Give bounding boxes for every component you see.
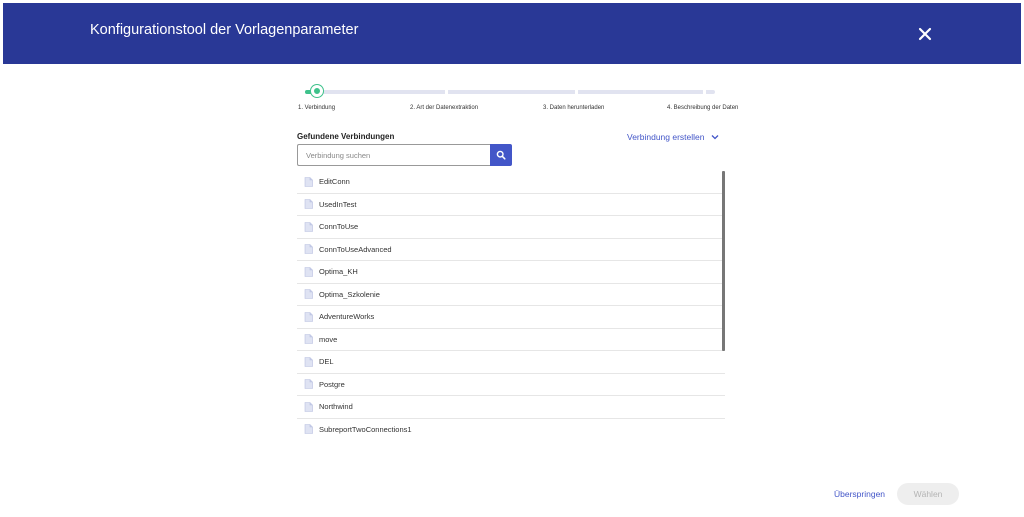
close-icon <box>918 27 932 41</box>
connection-name: AdventureWorks <box>319 312 375 322</box>
create-connection-label: Verbindung erstellen <box>627 132 705 142</box>
list-item[interactable]: Optima_Szkolenie <box>297 284 725 306</box>
connection-name: SubreportTwoConnections1 <box>319 424 412 434</box>
dialog-title: Konfigurationstool der Vorlagenparameter <box>90 22 359 38</box>
connections-list[interactable]: EditConn UsedInTest ConnToUse ConnToUseAdva… <box>297 171 725 435</box>
create-connection-dropdown[interactable]: Verbindung erstellen <box>627 132 719 142</box>
list-item[interactable]: SubreportTwoConnections1 <box>297 419 725 436</box>
connection-name: ConnToUse <box>319 222 359 232</box>
step-label-1[interactable]: 1. Verbindung <box>298 105 335 111</box>
document-icon <box>304 244 313 255</box>
document-icon <box>304 311 313 322</box>
connection-name: Optima_KH <box>319 267 358 277</box>
document-icon <box>304 379 313 390</box>
dialog-header: Konfigurationstool der Vorlagenparameter <box>3 3 1021 64</box>
list-item[interactable]: Northwind <box>297 396 725 419</box>
list-item[interactable]: UsedInTest <box>297 194 725 216</box>
skip-button[interactable]: Überspringen <box>834 489 885 499</box>
document-icon <box>304 289 313 300</box>
choose-button[interactable]: Wählen <box>897 483 959 505</box>
connection-name: UsedInTest <box>319 199 357 209</box>
list-item[interactable]: ConnToUseAdvanced <box>297 239 725 261</box>
step-label-4[interactable]: 4. Beschreibung der Daten <box>667 105 738 111</box>
list-item[interactable]: DEL <box>297 351 725 374</box>
list-scrollbar[interactable] <box>722 171 725 351</box>
document-icon <box>304 424 313 435</box>
step-marker-3 <box>575 90 578 94</box>
connection-name: Northwind <box>319 402 353 412</box>
chevron-down-icon <box>711 135 718 140</box>
connection-search-input[interactable] <box>297 144 490 166</box>
stepper-track <box>305 90 715 94</box>
document-icon <box>304 356 313 367</box>
connection-name: DEL <box>319 357 334 367</box>
list-item[interactable]: EditConn <box>297 171 725 194</box>
document-icon <box>304 401 313 412</box>
document-icon <box>304 199 313 210</box>
connection-name: Optima_Szkolenie <box>319 289 380 299</box>
search-button[interactable] <box>490 144 512 166</box>
list-item[interactable]: Optima_KH <box>297 261 725 284</box>
step-marker-2 <box>445 90 448 94</box>
list-item[interactable]: Postgre <box>297 374 725 396</box>
close-button[interactable] <box>915 24 935 44</box>
connection-name: EditConn <box>319 177 350 187</box>
step-label-3[interactable]: 3. Daten herunterladen <box>543 105 604 111</box>
connection-name: ConnToUseAdvanced <box>319 244 392 254</box>
step-label-2[interactable]: 2. Art der Datenextraktion <box>410 105 478 111</box>
list-item[interactable]: ConnToUse <box>297 216 725 239</box>
document-icon <box>304 221 313 232</box>
connection-name: Postgre <box>319 379 345 389</box>
document-icon <box>304 334 313 345</box>
connection-name: move <box>319 334 338 344</box>
document-icon <box>304 266 313 277</box>
stepper: 1. Verbindung 2. Art der Datenextraktion… <box>297 83 747 113</box>
document-icon <box>304 176 313 187</box>
step-marker-4 <box>703 90 706 94</box>
search-icon <box>496 150 506 160</box>
step-active-indicator <box>311 85 323 97</box>
connections-title: Gefundene Verbindungen <box>297 132 395 141</box>
list-item[interactable]: AdventureWorks <box>297 306 725 329</box>
list-item[interactable]: move <box>297 329 725 351</box>
